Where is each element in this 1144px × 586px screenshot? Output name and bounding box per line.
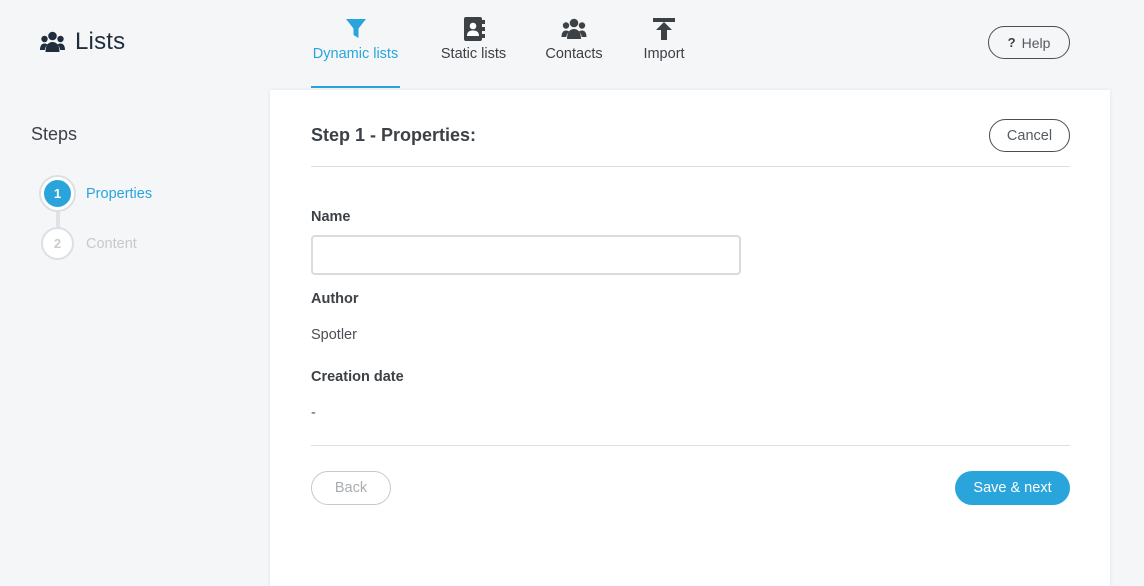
cancel-button[interactable]: Cancel: [989, 119, 1070, 152]
author-label: Author: [311, 291, 359, 307]
users-icon: [40, 31, 65, 53]
app-brand: Lists: [40, 28, 125, 56]
tab-static-lists[interactable]: Static lists: [400, 0, 547, 88]
step-label: Content: [86, 235, 137, 252]
divider: [311, 166, 1070, 167]
page-title: Lists: [75, 28, 126, 55]
help-label: Help: [1021, 34, 1051, 51]
properties-card: Step 1 - Properties: Cancel Name Author …: [270, 90, 1110, 586]
back-button[interactable]: Back: [311, 471, 391, 505]
filter-icon: [343, 17, 369, 41]
creation-date-label: Creation date: [311, 369, 404, 385]
tab-contacts[interactable]: Contacts: [545, 0, 603, 88]
users-icon: [561, 17, 587, 41]
tab-label: Import: [643, 46, 685, 62]
tab-label: Static lists: [440, 46, 507, 62]
tab-import[interactable]: Import: [601, 0, 727, 88]
main-nav: Dynamic lists Static lists Contacts Impo…: [311, 0, 727, 88]
step-label: Properties: [86, 185, 153, 202]
step-content[interactable]: 2 Content: [41, 227, 137, 260]
step-properties[interactable]: 1 Properties: [41, 177, 152, 210]
upload-icon: [651, 17, 677, 41]
author-value: Spotler: [311, 327, 357, 343]
help-button[interactable]: ? Help: [988, 26, 1070, 59]
help-icon: ?: [1007, 35, 1016, 50]
name-label: Name: [311, 209, 351, 225]
tab-label: Contacts: [545, 46, 603, 62]
step-number: 1: [41, 177, 74, 210]
save-next-button[interactable]: Save & next: [955, 471, 1070, 505]
address-book-icon: [461, 17, 487, 41]
form-title: Step 1 - Properties:: [311, 125, 477, 145]
divider: [311, 445, 1070, 446]
tab-dynamic-lists[interactable]: Dynamic lists: [311, 0, 400, 88]
step-number: 2: [41, 227, 74, 260]
creation-date-value: -: [311, 405, 316, 421]
name-input[interactable]: [311, 235, 741, 275]
tab-label: Dynamic lists: [312, 46, 399, 62]
steps-title: Steps: [31, 124, 78, 144]
top-header: Lists Dynamic lists Static lists Contact…: [0, 0, 1144, 88]
